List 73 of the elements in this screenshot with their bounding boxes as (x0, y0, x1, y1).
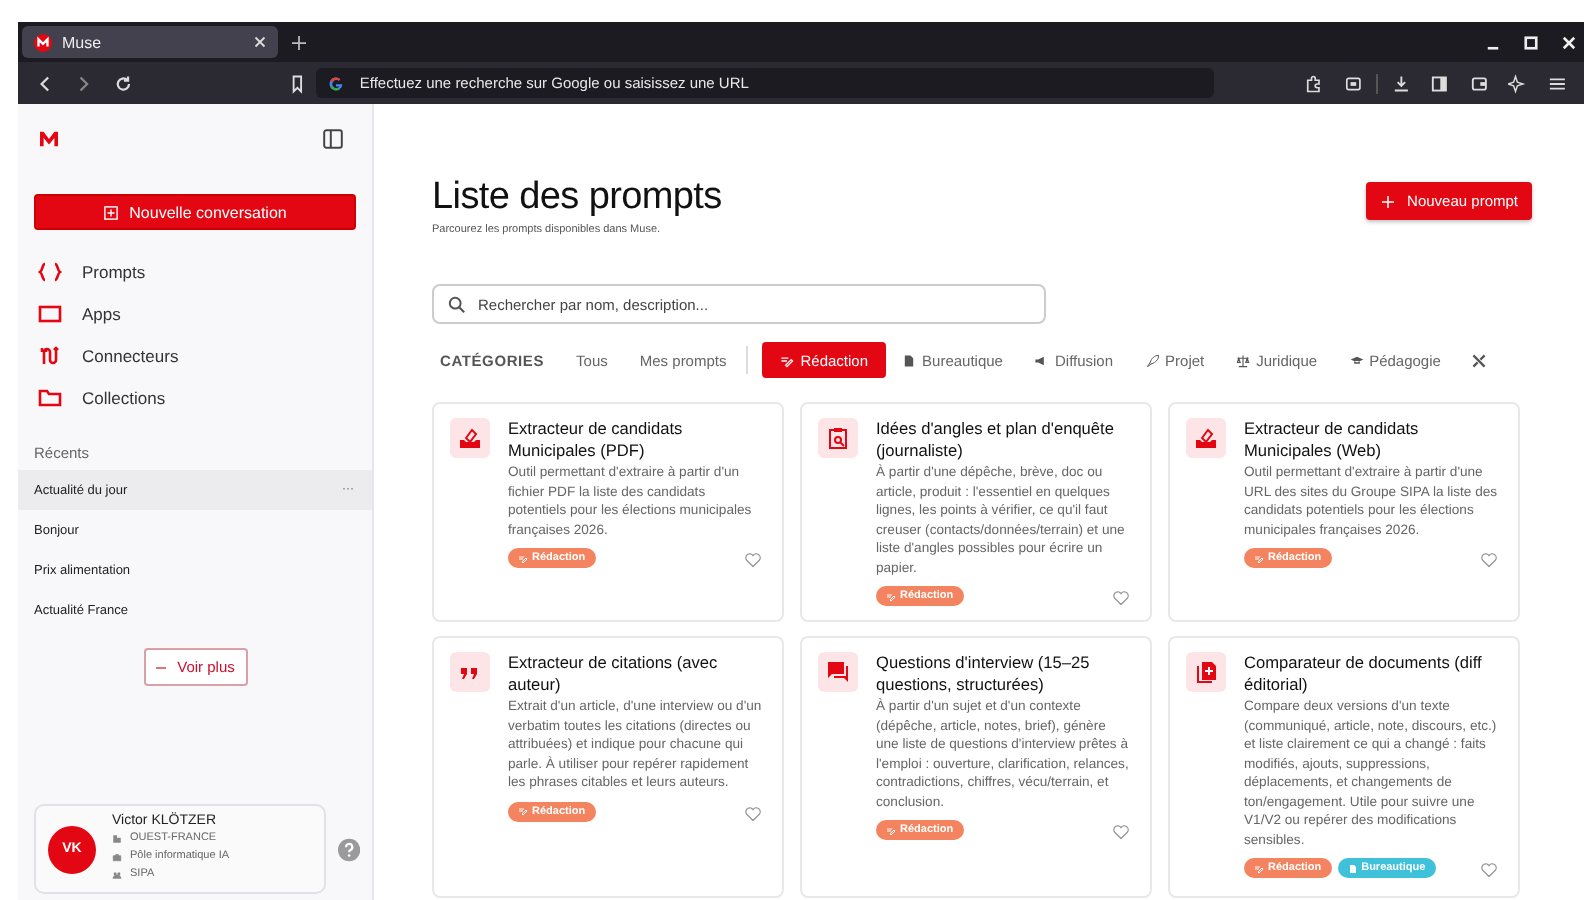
prompt-card[interactable] (432, 636, 784, 898)
pen-icon (1254, 553, 1264, 563)
document-plus-icon (1194, 660, 1218, 684)
favorite-heart-icon[interactable] (744, 805, 762, 821)
back-icon[interactable] (36, 73, 55, 93)
card-title: Extracteur de citations (avec auteur) (508, 652, 720, 696)
folder-icon (38, 388, 62, 408)
briefcase-icon (112, 852, 122, 862)
search-icon (448, 295, 466, 313)
plug-icon (38, 346, 62, 366)
sparkle-icon[interactable] (1508, 73, 1528, 93)
favorite-heart-icon[interactable] (744, 552, 762, 568)
window-icon (38, 304, 62, 324)
extensions-icon[interactable] (1304, 73, 1324, 93)
close-icon[interactable] (1562, 35, 1576, 49)
megaphone-icon (1034, 353, 1049, 367)
google-icon (327, 75, 344, 91)
sidebar-icon[interactable] (1430, 73, 1450, 93)
maximize-icon[interactable] (1524, 35, 1538, 49)
prompt-card[interactable] (1168, 402, 1520, 622)
new-tab-icon[interactable] (292, 35, 306, 49)
prompt-card[interactable] (800, 636, 1152, 898)
nav-item[interactable]: Prompts (18, 258, 372, 286)
plus-icon (1381, 195, 1394, 207)
card-title: Questions d'interview (15–25 questions, structurées) (876, 652, 1092, 696)
document-icon (902, 353, 917, 367)
tools-icon (1472, 353, 1487, 367)
favorite-heart-icon[interactable] (1112, 824, 1130, 840)
bookmark-icon[interactable] (287, 73, 306, 93)
menu-icon[interactable] (1547, 73, 1566, 93)
help-icon[interactable] (337, 837, 360, 861)
sidebar-toggle-icon[interactable] (322, 128, 344, 150)
reload-icon[interactable] (113, 73, 133, 93)
card-title: Extracteur de candidats Municipales (Web) (1244, 418, 1421, 462)
browser-tab[interactable]: Muse (22, 26, 278, 58)
logo-icon (34, 33, 52, 51)
download-icon[interactable] (1392, 73, 1411, 93)
card-title: Extracteur de candidats Municipales (PDF) (508, 418, 685, 462)
card-title: Idées d'angles et plan d'enquête (journaliste) (876, 418, 1116, 462)
logo-icon[interactable] (38, 130, 60, 148)
page-title: Liste des prompts (432, 176, 722, 220)
forward-icon[interactable] (74, 73, 94, 93)
favorite-heart-icon[interactable] (1112, 590, 1130, 606)
close-icon[interactable] (254, 36, 266, 48)
nav-item[interactable]: Connecteurs (18, 342, 372, 370)
plus-square-icon (103, 205, 118, 219)
scale-icon (1236, 353, 1251, 367)
prompt-card[interactable] (800, 402, 1152, 622)
pen-icon (886, 825, 896, 835)
prompt-card[interactable] (1168, 636, 1520, 898)
graduation-cap-icon (1349, 353, 1364, 367)
clipboard-search-icon (826, 426, 850, 450)
screenshot-icon[interactable] (1343, 73, 1363, 93)
chat-icon (826, 660, 850, 684)
pen-icon (518, 806, 528, 816)
ballot-box-icon (458, 426, 482, 450)
wallet-icon[interactable] (1469, 73, 1489, 93)
favorite-heart-icon[interactable] (1480, 862, 1498, 878)
document-icon (1347, 863, 1358, 873)
minus-icon (155, 665, 166, 669)
pen-icon (518, 553, 528, 563)
braces-icon (38, 262, 62, 282)
new-conversation-button[interactable]: Nouvelle conversation (34, 194, 356, 230)
building-icon (112, 834, 122, 844)
nav-item[interactable]: Collections (18, 384, 372, 412)
favorite-heart-icon[interactable] (1480, 552, 1498, 568)
nav-item[interactable]: Apps (18, 300, 372, 328)
ballot-box-icon (1194, 426, 1218, 450)
people-icon (112, 870, 122, 880)
card-title: Comparateur de documents (diff éditorial) (1244, 652, 1484, 696)
pen-icon (1254, 863, 1264, 873)
pen-icon (780, 353, 795, 367)
pen-icon (886, 591, 896, 601)
